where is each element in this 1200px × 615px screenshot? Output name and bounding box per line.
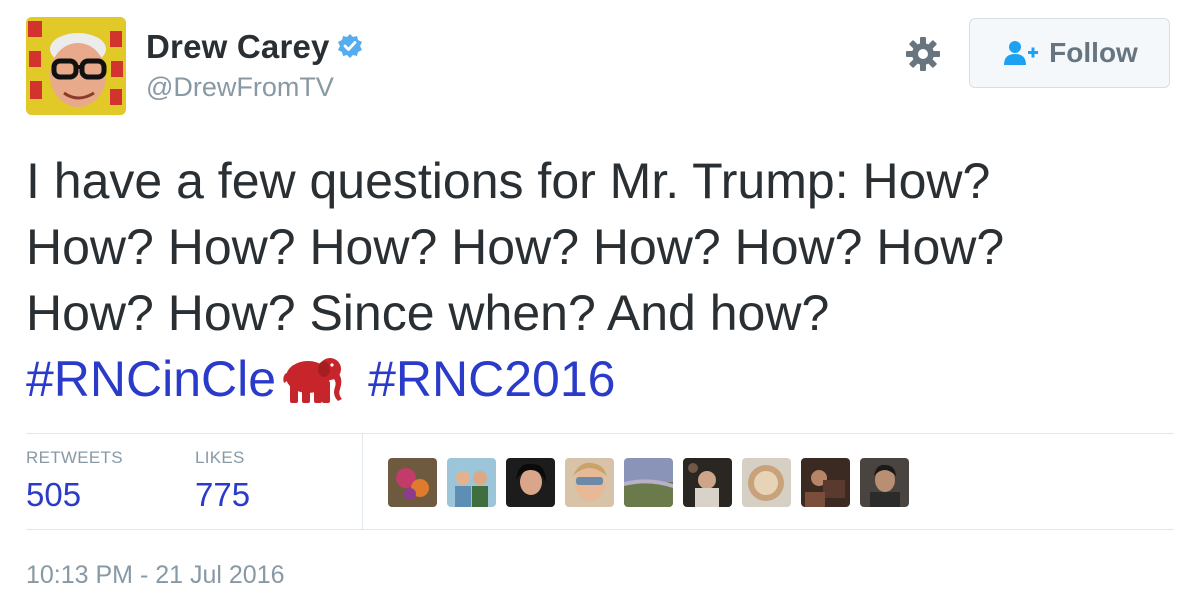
tweet-text-line: How? How? How? How? How? How? How? [26, 219, 1005, 275]
author-display-name[interactable]: Drew Carey [146, 28, 330, 66]
liker-avatar[interactable] [447, 458, 496, 507]
hashtag-link-rnccincle[interactable]: #RNCinCle [26, 346, 276, 412]
likes-count: 775 [195, 476, 251, 513]
avatar[interactable] [26, 17, 126, 115]
follow-button[interactable]: Follow [969, 18, 1170, 88]
stats-divider-top [26, 433, 1174, 434]
tweet-timestamp[interactable]: 10:13 PM - 21 Jul 2016 [26, 561, 285, 590]
hashtag-link-rnc2016[interactable]: #RNC2016 [368, 346, 615, 412]
author-name-row[interactable]: Drew Carey [146, 28, 364, 66]
liker-avatar[interactable] [801, 458, 850, 507]
tweet-text-line: I have a few questions for Mr. Trump: Ho… [26, 153, 991, 209]
likes-label: LIKES [195, 448, 245, 467]
liker-avatar[interactable] [624, 458, 673, 507]
liker-avatar[interactable] [683, 458, 732, 507]
liker-avatar[interactable] [506, 458, 555, 507]
stats-divider-bottom [26, 529, 1174, 530]
retweets-count: 505 [26, 476, 82, 513]
verified-badge-icon [336, 33, 364, 61]
gear-icon[interactable] [903, 34, 943, 74]
liker-avatar[interactable] [565, 458, 614, 507]
likers-avatar-row [388, 458, 909, 507]
tweet-text-line: How? How? Since when? And how? [26, 285, 830, 341]
liker-avatar[interactable] [388, 458, 437, 507]
add-user-icon [1001, 39, 1039, 67]
elephant-icon [280, 351, 346, 407]
author-handle[interactable]: @DrewFromTV [146, 72, 334, 103]
liker-avatar[interactable] [742, 458, 791, 507]
hashtag-row: #RNCinCle #RNC2016 [26, 346, 615, 412]
tweet-text: I have a few questions for Mr. Trump: Ho… [26, 148, 1146, 346]
tweet-card: Drew Carey @DrewFromTV Follow I have a f… [0, 0, 1200, 615]
liker-avatar[interactable] [860, 458, 909, 507]
follow-button-label: Follow [1049, 37, 1138, 68]
retweets-label: RETWEETS [26, 448, 123, 467]
stats-divider-vertical [362, 434, 363, 529]
likes-stat[interactable]: LIKES 775 [195, 448, 250, 514]
retweets-stat[interactable]: RETWEETS 505 [26, 448, 123, 514]
